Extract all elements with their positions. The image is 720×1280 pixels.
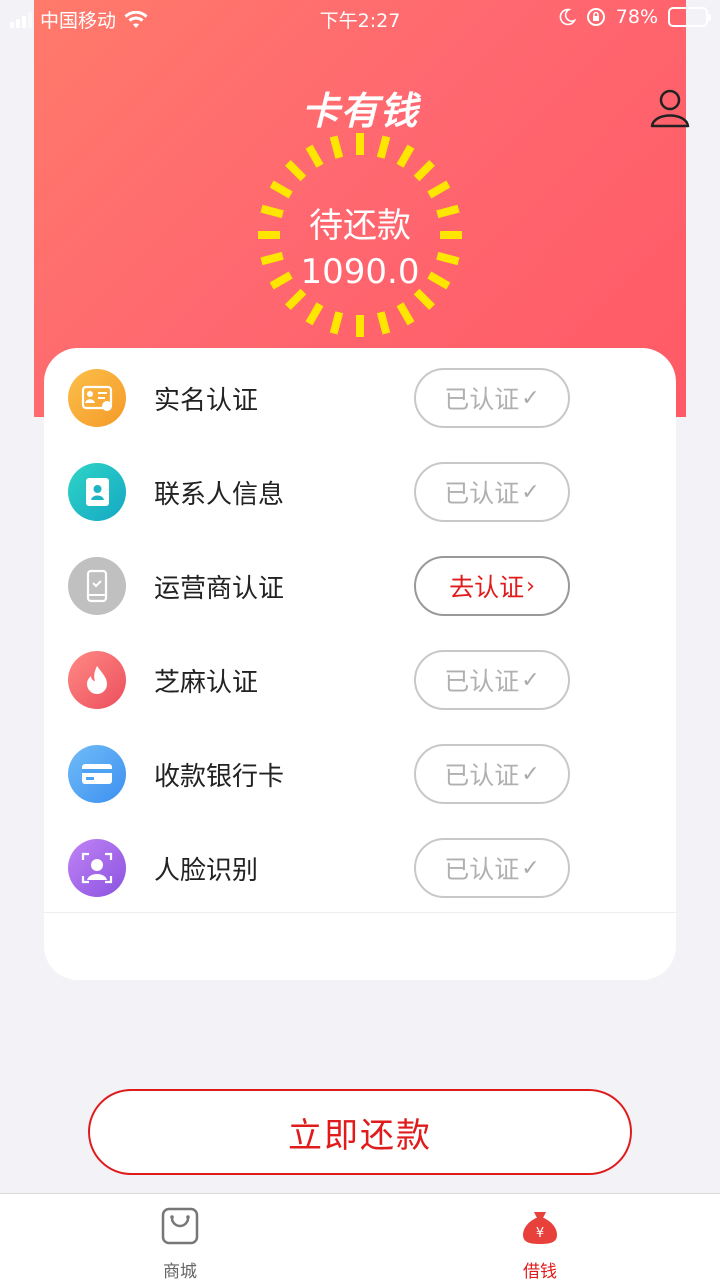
face-icon: [68, 839, 126, 897]
verification-label: 运营商认证: [154, 574, 285, 604]
ring-dash: [396, 302, 415, 326]
verified-button[interactable]: 已认证 ✓: [414, 838, 570, 898]
verification-row-sesame[interactable]: 芝麻认证 已认证 ✓: [44, 632, 676, 726]
battery-icon: [668, 7, 711, 27]
ring-dash: [376, 311, 391, 335]
ring-dash: [427, 180, 451, 199]
verification-label: 联系人信息: [154, 480, 285, 510]
check-icon: ✓: [521, 761, 540, 787]
check-icon: ✓: [521, 855, 540, 881]
ring-dash: [305, 144, 324, 168]
verified-button[interactable]: 已认证 ✓: [414, 744, 570, 804]
verification-label: 收款银行卡: [154, 762, 285, 792]
bottom-tab-bar: 商城 ¥ 借钱: [0, 1193, 720, 1280]
verification-row-carrier[interactable]: 运营商认证 去认证 ›: [44, 538, 676, 632]
verification-label: 人脸识别: [154, 856, 259, 886]
contact-book-icon: [68, 463, 126, 521]
svg-text:¥: ¥: [536, 1226, 544, 1241]
ring-dash: [413, 160, 435, 182]
divider: [44, 912, 676, 913]
verified-button[interactable]: 已认证 ✓: [414, 650, 570, 710]
tab-shop[interactable]: 商城: [120, 1206, 240, 1280]
verification-row-face[interactable]: 人脸识别 已认证 ✓: [44, 820, 676, 914]
ring-dash: [376, 135, 391, 159]
ring-dash: [329, 311, 344, 335]
status-bar: 中国移动 下午2:27 78%: [0, 0, 720, 38]
moon-icon: [559, 8, 576, 26]
verification-label: 实名认证: [154, 386, 259, 416]
bank-card-icon: [68, 745, 126, 803]
check-icon: ✓: [521, 667, 540, 693]
verification-row-bank-card[interactable]: 收款银行卡 已认证 ✓: [44, 726, 676, 820]
verification-label: 芝麻认证: [154, 668, 259, 698]
verification-card: 实名认证 已认证 ✓ 联系人信息 已认证 ✓ 运营商认证 去认证 › 芝麻认证 已认证…: [44, 348, 676, 980]
ring-dash: [413, 288, 435, 310]
id-card-icon: [68, 369, 126, 427]
sesame-icon: [68, 651, 126, 709]
rotation-lock-icon: [586, 8, 605, 26]
money-bag-icon: ¥: [523, 1212, 557, 1244]
verified-button[interactable]: 已认证 ✓: [414, 368, 570, 428]
app-logo: 卡有钱: [301, 89, 419, 133]
battery-percent: 78%: [615, 6, 658, 28]
check-icon: ✓: [521, 479, 540, 505]
ring-dash: [305, 302, 324, 326]
due-amount: 1090.0: [300, 252, 420, 292]
verified-button[interactable]: 已认证 ✓: [414, 462, 570, 522]
user-profile-icon[interactable]: [648, 86, 692, 130]
repay-now-button[interactable]: 立即还款: [88, 1089, 632, 1175]
tab-borrow[interactable]: ¥ 借钱: [480, 1206, 600, 1280]
chevron-right-icon: ›: [526, 573, 535, 599]
tab-label: 借钱: [523, 1262, 557, 1280]
ring-dash: [285, 288, 307, 310]
ring-dash: [329, 135, 344, 159]
ring-dash: [269, 180, 293, 199]
verification-row-contacts[interactable]: 联系人信息 已认证 ✓: [44, 444, 676, 538]
ring-dash: [396, 144, 415, 168]
phone-icon: [68, 557, 126, 615]
tab-label: 商城: [163, 1262, 197, 1280]
shopping-bag-icon: [161, 1207, 199, 1245]
verify-now-button[interactable]: 去认证 ›: [414, 556, 570, 616]
ring-dash: [285, 160, 307, 182]
ring-label: 待还款: [309, 206, 411, 246]
check-icon: ✓: [521, 385, 540, 411]
verification-row-realname[interactable]: 实名认证 已认证 ✓: [44, 350, 676, 444]
